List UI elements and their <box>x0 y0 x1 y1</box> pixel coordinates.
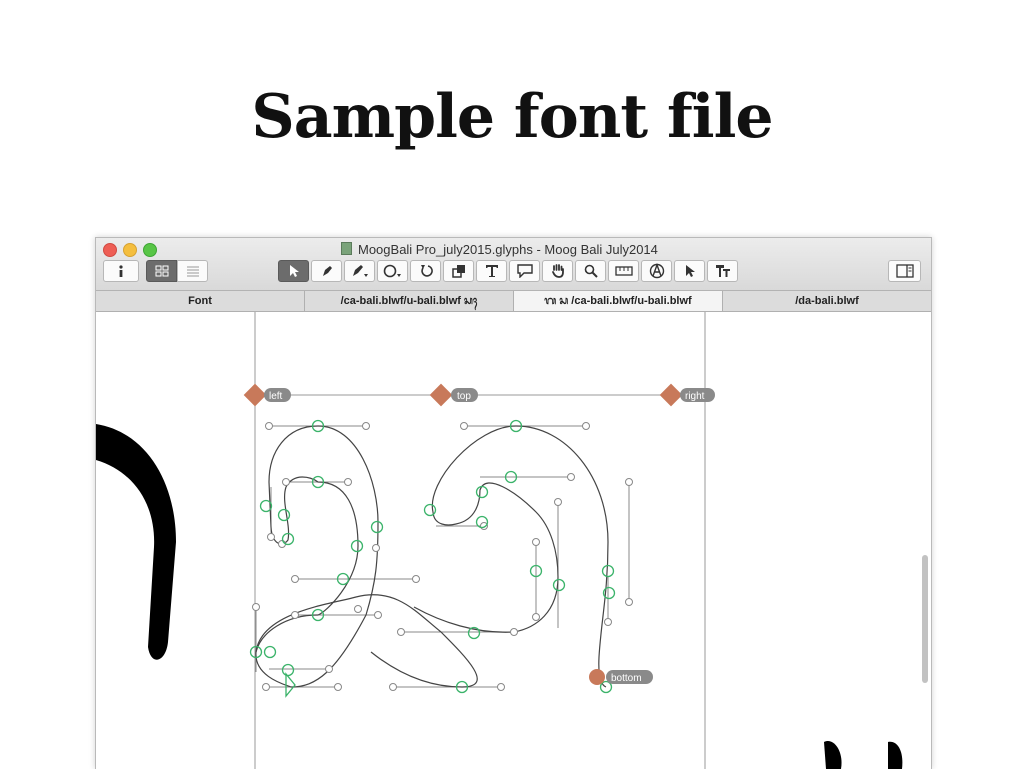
select-tool-icon <box>289 265 299 277</box>
glyph-edit-canvas[interactable]: left top right bottom <box>96 312 931 769</box>
info-button[interactable] <box>103 260 139 282</box>
annotation-tool-icon <box>516 264 533 278</box>
handle-lines <box>255 425 630 688</box>
hand-tool-icon <box>551 264 564 278</box>
zoom-tool-button[interactable] <box>575 260 606 282</box>
scale-tool-icon <box>451 265 465 278</box>
draw-tool-button[interactable] <box>311 260 342 282</box>
anchor-left[interactable]: left <box>243 383 291 407</box>
tab-ca-u-bali[interactable]: /ca-bali.blwf⁩/u-bali.blwf ᬲᬄ <box>305 291 514 311</box>
zoom-window-button[interactable] <box>143 243 157 257</box>
anchor-tool-icon <box>649 263 664 279</box>
offcurve-points <box>252 422 633 691</box>
tab-font[interactable]: Font <box>96 291 305 311</box>
sidebar-toggle-icon <box>895 264 914 278</box>
glyph-edit-view[interactable]: left top right bottom <box>96 312 931 769</box>
type-tool-icon <box>715 265 730 277</box>
anchor-top-label: top <box>457 391 471 402</box>
glyphs-app-window: MoogBali Pro_july2015.glyphs - Moog Bali… <box>95 237 932 769</box>
select-tool-button[interactable] <box>278 260 309 282</box>
minimize-window-button[interactable] <box>123 243 137 257</box>
text-tool-icon <box>485 265 498 277</box>
rotate-tool-icon <box>420 265 433 277</box>
close-window-button[interactable] <box>103 243 117 257</box>
tab-da-bali[interactable]: /da-bali.blwf <box>723 291 931 311</box>
anchor-right[interactable]: right <box>659 383 715 407</box>
tab-bar: Font /ca-bali.blwf⁩/u-bali.blwf ᬲᬄ ᬕ ᬲ /… <box>96 291 931 312</box>
text-tool-button[interactable] <box>476 260 507 282</box>
glyphs-document-icon <box>341 242 352 255</box>
annotation-tool-button[interactable] <box>509 260 540 282</box>
pen-tool-icon <box>352 265 368 277</box>
pointer-tool-icon <box>685 265 695 277</box>
grid-view-icon <box>155 265 168 277</box>
measure-tool-icon <box>614 266 633 276</box>
zoom-tool-icon <box>584 264 598 278</box>
vertical-scrollbar[interactable] <box>922 555 928 683</box>
title-bar: MoogBali Pro_july2015.glyphs - Moog Bali… <box>96 238 931 291</box>
sidebar-toggle-button[interactable] <box>888 260 921 282</box>
anchor-tool-button[interactable] <box>641 260 672 282</box>
following-glyph-right-stroke <box>888 741 903 769</box>
rotate-tool-button[interactable] <box>410 260 441 282</box>
ellipse-tool-icon <box>383 264 401 278</box>
list-view-button[interactable] <box>177 260 208 282</box>
anchor-right-label: right <box>685 391 705 402</box>
anchor-top[interactable]: top <box>429 383 478 407</box>
anchor-bottom[interactable]: bottom <box>589 669 653 685</box>
list-view-icon <box>186 266 199 277</box>
window-title-text: MoogBali Pro_july2015.glyphs - Moog Bali… <box>358 242 658 257</box>
type-tool-button[interactable] <box>707 260 738 282</box>
anchor-bottom-label: bottom <box>611 673 642 684</box>
pen-tool-button[interactable] <box>344 260 375 282</box>
following-glyph-left-stroke <box>824 741 842 769</box>
slide-title: Sample font file <box>251 82 773 152</box>
draw-tool-icon <box>322 266 332 276</box>
anchor-left-label: left <box>269 391 283 402</box>
oncurve-points <box>249 419 616 698</box>
scale-tool-button[interactable] <box>443 260 474 282</box>
measure-tool-button[interactable] <box>608 260 639 282</box>
info-icon <box>119 265 123 277</box>
hand-tool-button[interactable] <box>542 260 573 282</box>
pointer-tool-button[interactable] <box>674 260 705 282</box>
grid-view-button[interactable] <box>146 260 177 282</box>
glyph-outline <box>255 425 609 688</box>
ellipse-tool-button[interactable] <box>377 260 408 282</box>
window-title: MoogBali Pro_july2015.glyphs - Moog Bali… <box>341 242 658 257</box>
tab-ca-u-bali-active[interactable]: ᬕ ᬲ /ca-bali.blwf/u-bali.blwf <box>514 291 723 311</box>
preceding-glyph <box>96 424 176 660</box>
